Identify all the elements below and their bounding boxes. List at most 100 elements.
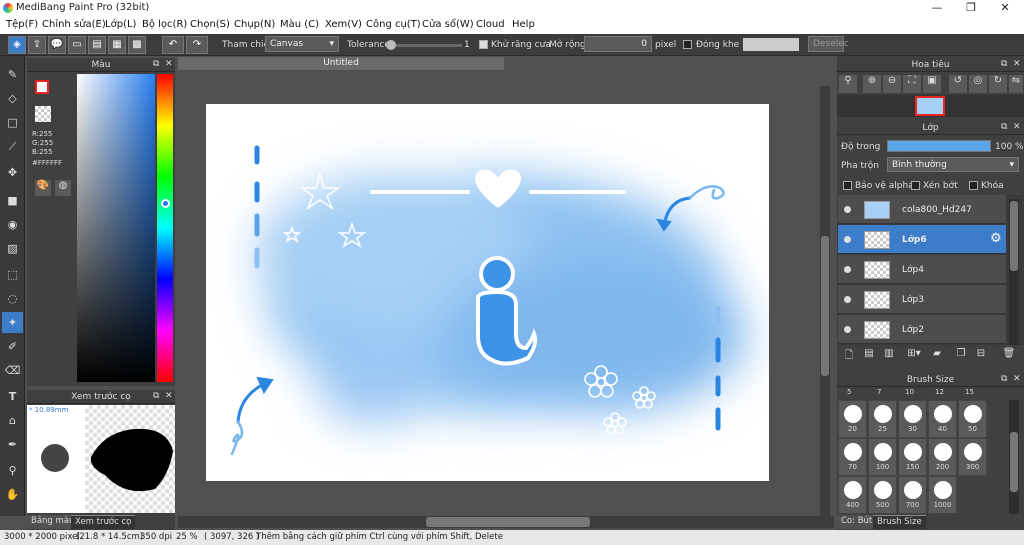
grid-doc-icon[interactable]: ▦: [108, 36, 126, 54]
layer-list-scroll-thumb[interactable]: [1010, 201, 1018, 271]
menu-help[interactable]: Help: [512, 19, 535, 30]
popout-icon[interactable]: ⧉: [1001, 122, 1007, 132]
palette-add-icon[interactable]: ◍: [55, 180, 71, 196]
menu-color[interactable]: Màu (C): [280, 19, 319, 30]
layer-settings-gear-icon[interactable]: ⚙: [990, 231, 1002, 246]
brush-size-scroll-thumb[interactable]: [1010, 432, 1018, 492]
brush-size-cell[interactable]: 50: [958, 400, 987, 438]
close-panel-icon[interactable]: ✕: [1013, 122, 1021, 132]
brush-size-cell[interactable]: 20: [838, 400, 867, 438]
magic-wand-tool-icon[interactable]: ✦: [2, 312, 23, 333]
eraser-tool-icon[interactable]: ◇: [2, 88, 23, 109]
menu-filter[interactable]: Bộ lọc(R): [142, 19, 187, 30]
palette-icon[interactable]: 🎨: [35, 180, 51, 196]
select-eraser-tool-icon[interactable]: ⌫: [2, 360, 23, 381]
lock-checkbox[interactable]: [969, 181, 978, 190]
tolerance-slider-handle[interactable]: [386, 40, 396, 50]
close-panel-icon[interactable]: ✕: [165, 391, 173, 401]
tolerance-slider[interactable]: [388, 44, 462, 47]
minimize-button[interactable]: —: [920, 0, 954, 16]
clipping-checkbox[interactable]: [911, 181, 920, 190]
horizontal-scroll-thumb[interactable]: [426, 517, 590, 527]
saturation-value-picker[interactable]: [77, 74, 155, 382]
visibility-eye-icon[interactable]: [844, 296, 851, 303]
expand-input[interactable]: 0: [584, 36, 652, 52]
maximize-button[interactable]: ❐: [954, 0, 988, 16]
brush-size-cell[interactable]: 30: [898, 400, 927, 438]
brush-size-cell[interactable]: 100: [868, 438, 897, 476]
select-pen-tool-icon[interactable]: ✐: [2, 336, 23, 357]
hue-slider[interactable]: [157, 74, 173, 382]
text-tool-icon[interactable]: T: [2, 386, 23, 407]
bucket-tool-icon[interactable]: ◉: [2, 214, 23, 235]
menu-edit[interactable]: Chỉnh sửa(E): [42, 19, 106, 30]
visibility-eye-icon[interactable]: [844, 206, 851, 213]
grid-icon[interactable]: ▩: [128, 36, 146, 54]
close-button[interactable]: ✕: [988, 0, 1022, 16]
menu-file[interactable]: Tệp(F): [6, 19, 38, 30]
brush-size-label[interactable]: 12: [935, 388, 944, 396]
navigator-viewport[interactable]: [915, 96, 945, 116]
deselect-button[interactable]: Deselec: [808, 36, 849, 52]
comment-icon[interactable]: 💬: [48, 36, 66, 54]
new-layer-8bit-icon[interactable]: ▤: [861, 348, 877, 364]
gradient-tool-icon[interactable]: ▨: [2, 238, 23, 259]
tab-brush-preview[interactable]: Xem trước cọ: [71, 515, 136, 529]
layer-row[interactable]: Lớp2: [838, 315, 1006, 344]
brush-size-label[interactable]: 5: [847, 388, 851, 396]
menu-view[interactable]: Xem(V): [325, 19, 362, 30]
folder-icon[interactable]: ▰: [929, 348, 945, 364]
popout-icon[interactable]: ⧉: [153, 391, 159, 401]
redo-icon[interactable]: ↷: [186, 36, 208, 54]
document-icon[interactable]: ▤: [88, 36, 106, 54]
close-panel-icon[interactable]: ✕: [1013, 374, 1021, 384]
line-tool-icon[interactable]: ⟋: [2, 136, 23, 157]
close-gap-slider[interactable]: [743, 38, 799, 51]
menu-layer[interactable]: Lớp(L): [105, 19, 136, 30]
zoom-icon[interactable]: ⚲: [839, 75, 857, 93]
magic-wand-mode-icon[interactable]: ◈: [8, 36, 26, 54]
eyedropper-tool-icon[interactable]: ⚲: [2, 460, 23, 481]
zoom-out-icon[interactable]: ⊖: [883, 75, 901, 93]
layer-list-scrollbar[interactable]: [1009, 199, 1019, 345]
select-rect-tool-icon[interactable]: ⬚: [2, 264, 23, 285]
hue-slider-handle[interactable]: [161, 199, 170, 208]
layer-row[interactable]: cola800_Hd247: [838, 195, 1006, 224]
popout-icon[interactable]: ⧉: [153, 59, 159, 69]
menu-select[interactable]: Chọn(S): [190, 19, 230, 30]
visibility-eye-icon[interactable]: [844, 326, 851, 333]
new-layer-1bit-icon[interactable]: ▥: [881, 348, 897, 364]
delete-layer-icon[interactable]: 🗑: [1001, 348, 1017, 364]
brush-size-label[interactable]: 10: [905, 388, 914, 396]
brush-size-cell[interactable]: 70: [838, 438, 867, 476]
menu-cloud[interactable]: Cloud: [476, 19, 505, 30]
reference-select[interactable]: Canvas ▾: [265, 36, 339, 52]
brush-size-cell[interactable]: 700: [898, 476, 927, 514]
chat-icon[interactable]: ▭: [68, 36, 86, 54]
actual-size-icon[interactable]: ▣: [923, 75, 941, 93]
duplicate-layer-icon[interactable]: ❐: [953, 348, 969, 364]
blend-mode-select[interactable]: Bình thường ▾: [887, 157, 1019, 172]
upload-icon[interactable]: ⇪: [28, 36, 46, 54]
transparent-swatch[interactable]: [35, 106, 51, 122]
fill-rect-tool-icon[interactable]: ■: [2, 190, 23, 211]
close-panel-icon[interactable]: ✕: [165, 59, 173, 69]
zoom-in-icon[interactable]: ⊕: [863, 75, 881, 93]
merge-layer-icon[interactable]: ⊟: [973, 348, 989, 364]
brush-size-cell[interactable]: 500: [868, 476, 897, 514]
brush-tool-icon[interactable]: ✎: [2, 64, 23, 85]
brush-size-cell[interactable]: 150: [898, 438, 927, 476]
canvas-tab[interactable]: Untitled: [178, 57, 504, 70]
brush-size-cell[interactable]: 40: [928, 400, 957, 438]
navigator-preview[interactable]: [837, 95, 1024, 117]
popout-icon[interactable]: ⧉: [1001, 374, 1007, 384]
brush-size-cell[interactable]: 1000: [928, 476, 957, 514]
opacity-slider[interactable]: [887, 140, 991, 152]
brush-size-label[interactable]: 15: [965, 388, 974, 396]
undo-icon[interactable]: ↶: [162, 36, 184, 54]
brush-size-cell[interactable]: 400: [838, 476, 867, 514]
rotate-right-icon[interactable]: ↻: [989, 75, 1007, 93]
flip-icon[interactable]: ⇋: [1009, 75, 1023, 93]
layer-row[interactable]: Lớp3: [838, 285, 1006, 314]
move-tool-icon[interactable]: ✥: [2, 162, 23, 183]
